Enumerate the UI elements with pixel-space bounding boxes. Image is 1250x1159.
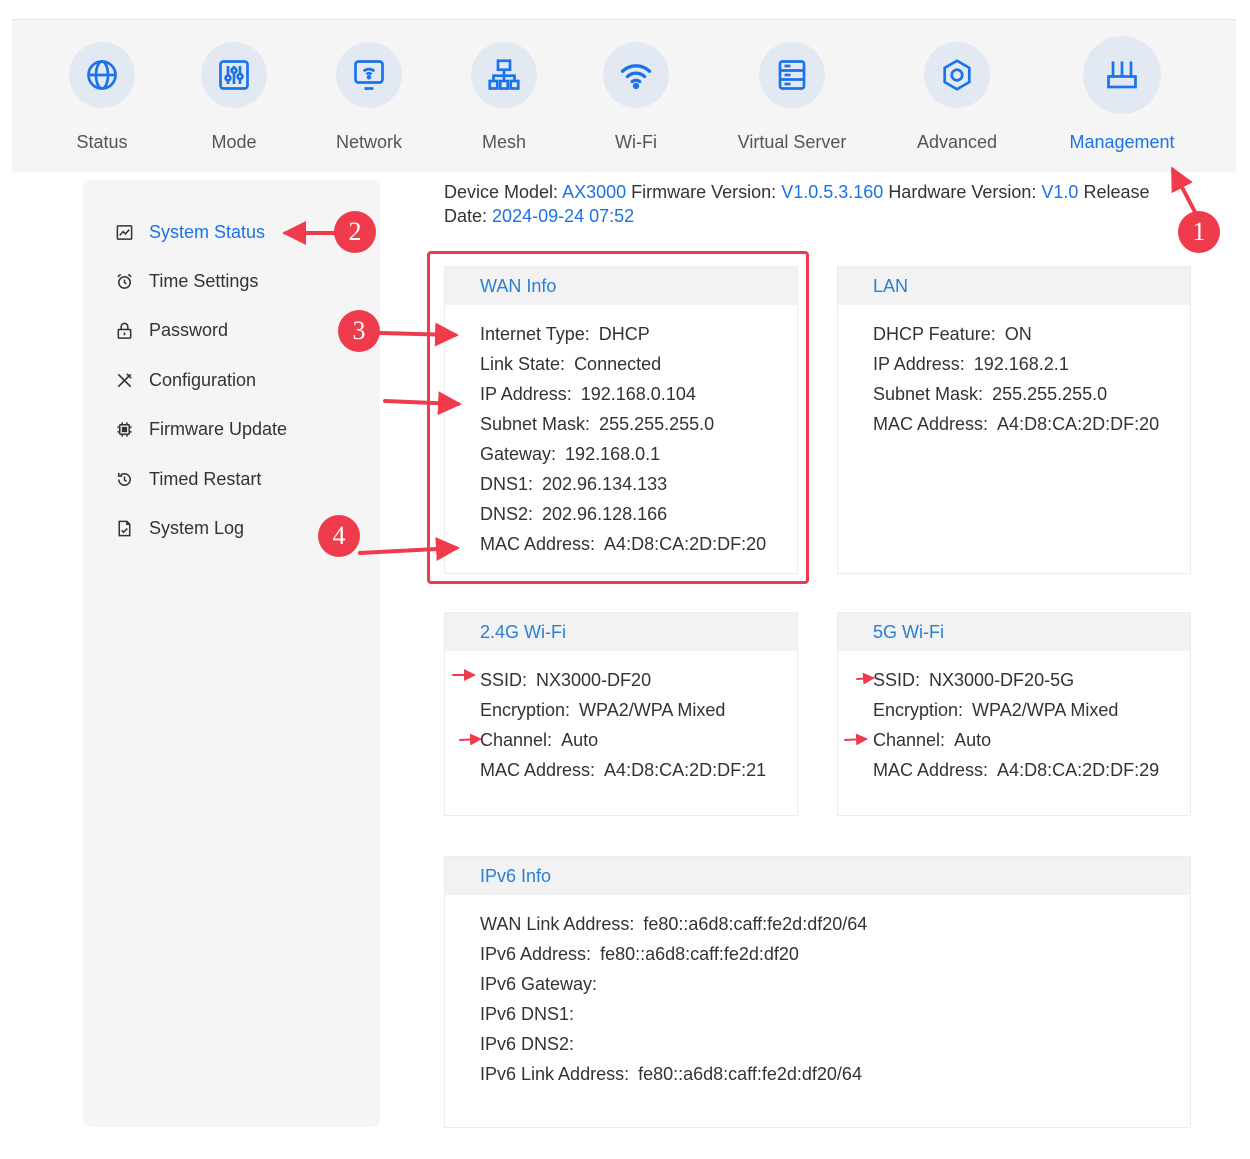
- arrow-to-mac-address: [358, 537, 460, 562]
- annotation-badge-2: 2: [334, 211, 376, 253]
- arrow-to-management: [1171, 166, 1197, 214]
- arrow-channel-24g: [459, 733, 482, 746]
- annotation-badge-1: 1: [1178, 211, 1220, 253]
- arrow-channel-5g: [844, 733, 868, 746]
- annotation-badge-3: 3: [338, 310, 380, 352]
- annotation-badge-4: 4: [318, 515, 360, 557]
- arrow-to-ip-address: [383, 391, 462, 416]
- arrow-ssid-5g: [856, 672, 875, 685]
- annotation-arrows: [282, 166, 1197, 746]
- arrow-to-internet-type: [378, 322, 459, 347]
